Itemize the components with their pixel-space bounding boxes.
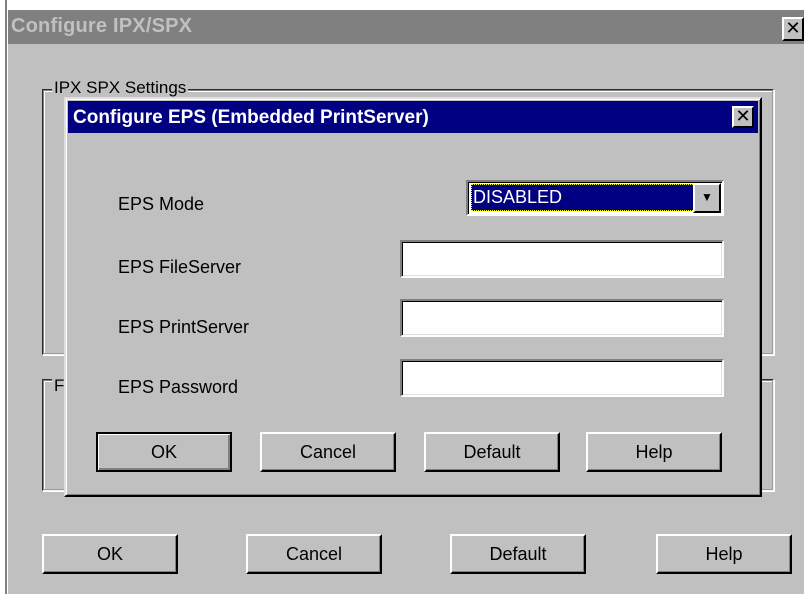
eps-cancel-button[interactable]: Cancel — [260, 432, 396, 472]
eps-password-input[interactable] — [400, 359, 724, 397]
eps-password-label: EPS Password — [118, 377, 239, 397]
desktop-edge — [0, 0, 7, 594]
outer-default-button[interactable]: Default — [450, 534, 586, 574]
eps-printserver-input[interactable] — [400, 299, 724, 337]
chevron-down-icon[interactable]: ▼ — [693, 183, 721, 213]
eps-default-button[interactable]: Default — [424, 432, 560, 472]
eps-ok-button[interactable]: OK — [96, 432, 232, 472]
eps-dialog-title: Configure EPS (Embedded PrintServer) — [73, 107, 429, 128]
configure-eps-dialog: Configure EPS (Embedded PrintServer) ✕ E… — [64, 97, 762, 497]
eps-mode-selected-value: DISABLED — [471, 184, 695, 211]
outer-title-bar[interactable]: Configure IPX/SPX ✕ — [8, 10, 804, 44]
eps-title-bar[interactable]: Configure EPS (Embedded PrintServer) ✕ — [68, 101, 758, 133]
eps-printserver-label: EPS PrintServer — [118, 317, 250, 337]
ipx-spx-settings-group-label: IPX SPX Settings — [52, 78, 189, 98]
eps-mode-label: EPS Mode — [118, 194, 205, 214]
outer-ok-button[interactable]: OK — [42, 534, 178, 574]
eps-mode-select[interactable]: DISABLED ▼ — [466, 180, 724, 216]
eps-fileserver-input[interactable] — [400, 240, 724, 278]
outer-help-button[interactable]: Help — [656, 534, 792, 574]
eps-fileserver-label: EPS FileServer — [118, 257, 242, 277]
eps-help-button[interactable]: Help — [586, 432, 722, 472]
outer-close-icon[interactable]: ✕ — [782, 17, 804, 41]
outer-dialog-title: Configure IPX/SPX — [11, 15, 193, 37]
outer-cancel-button[interactable]: Cancel — [246, 534, 382, 574]
eps-close-icon[interactable]: ✕ — [732, 106, 754, 128]
